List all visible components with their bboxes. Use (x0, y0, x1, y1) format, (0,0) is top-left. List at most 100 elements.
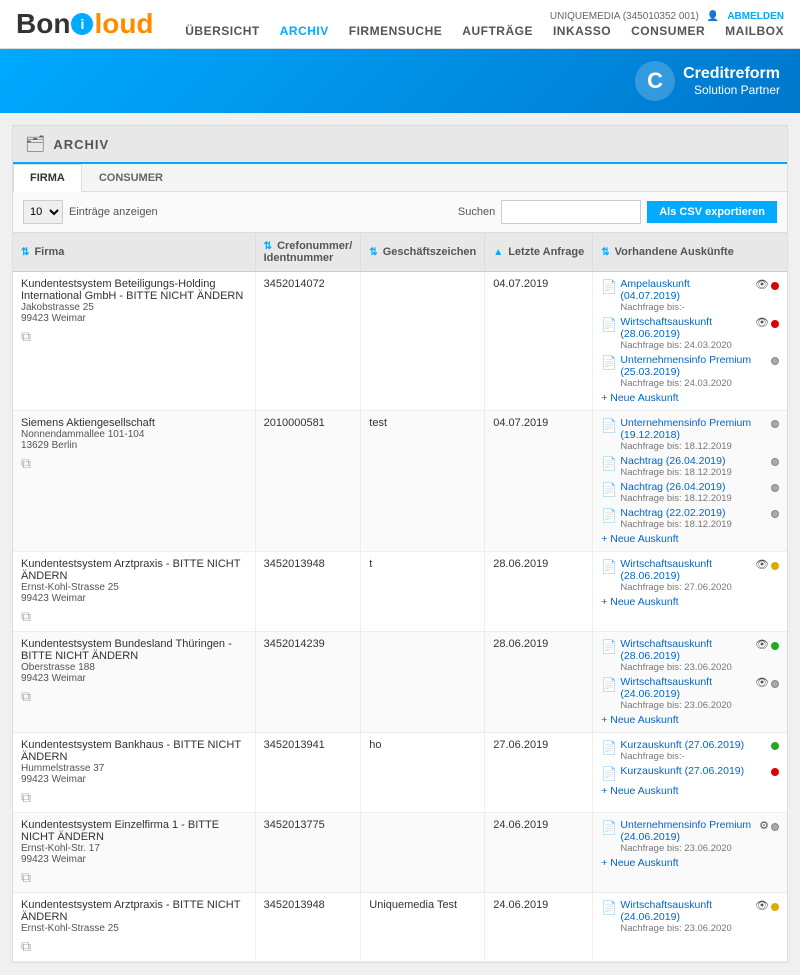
auskunft-link[interactable]: Wirtschaftsauskunft (28.06.2019) (620, 558, 712, 582)
tab-consumer[interactable]: CONSUMER (82, 164, 180, 191)
auskunft-icons (771, 481, 779, 492)
nav-consumer[interactable]: CONSUMER (631, 24, 705, 38)
status-dot-gray (771, 510, 779, 518)
firma-strasse: Jakobstrasse 25 (21, 302, 247, 313)
copy-icon[interactable]: ⧉ (21, 455, 247, 472)
neue-auskunft-link[interactable]: + Neue Auskunft (601, 392, 779, 404)
firma-ort: 99423 Weimar (21, 673, 247, 684)
nav-inkasso[interactable]: INKASSO (553, 24, 611, 38)
col-geschaeftszeichen[interactable]: ⇅ Geschäftszeichen (361, 233, 485, 272)
col-firma[interactable]: ⇅ Firma (13, 233, 255, 272)
auskunft-row: 📄 Nachtrag (26.04.2019) Nachfrage bis: 1… (601, 481, 779, 504)
copy-icon[interactable]: ⧉ (21, 869, 247, 886)
col-letzte-anfrage[interactable]: ▲ Letzte Anfrage (485, 233, 593, 272)
logo: Boniloud (16, 8, 154, 40)
neue-auskunft-link[interactable]: + Neue Auskunft (601, 596, 779, 608)
auskunft-icons: 👁 (755, 316, 779, 329)
nav-auftraege[interactable]: AUFTRÄGE (462, 24, 533, 38)
crefo-cell: 3452014072 (255, 272, 361, 411)
neue-auskunft-link[interactable]: + Neue Auskunft (601, 857, 779, 869)
creditreform-c-icon: C (635, 61, 675, 101)
neue-auskunft-link[interactable]: + Neue Auskunft (601, 785, 779, 797)
auskuenfte-cell: 📄 Kurzauskunft (27.06.2019) Nachfrage bi… (593, 733, 787, 813)
pdf-icon[interactable]: 📄 (601, 766, 617, 782)
pdf-icon[interactable]: 📄 (601, 740, 617, 756)
eye-icon[interactable]: 👁 (755, 278, 769, 291)
main-nav: ÜBERSICHT ARCHIV FIRMENSUCHE AUFTRÄGE IN… (185, 24, 784, 38)
neue-auskunft-link[interactable]: + Neue Auskunft (601, 714, 779, 726)
status-dot-green (771, 742, 779, 750)
auskunft-link[interactable]: Nachtrag (22.02.2019) (620, 507, 725, 519)
auskunft-link[interactable]: Wirtschaftsauskunft (28.06.2019) (620, 316, 712, 340)
abmelden-link[interactable]: ABMELDEN (727, 11, 784, 22)
firma-cell: Siemens Aktiengesellschaft Nonnendammall… (13, 411, 255, 552)
auskunft-link[interactable]: Nachtrag (26.04.2019) (620, 455, 725, 467)
geschaeftszeichen-cell: ho (361, 733, 485, 813)
auskunft-link[interactable]: Wirtschaftsauskunft (24.06.2019) (620, 899, 712, 923)
auskunft-link[interactable]: Unternehmensinfo Premium (19.12.2018) (620, 417, 751, 441)
auskunft-sub: Nachfrage bis: 23.06.2020 (620, 662, 752, 673)
entries-label: Einträge anzeigen (69, 206, 158, 218)
eye-icon[interactable]: 👁 (755, 638, 769, 651)
auskunft-icons (771, 417, 779, 428)
geschaeftszeichen-cell (361, 272, 485, 411)
auskunft-link[interactable]: Ampelauskunft (04.07.2019) (620, 278, 689, 302)
col-auskuenfte[interactable]: ⇅ Vorhandene Auskünfte (593, 233, 787, 272)
auskunft-link[interactable]: Kurzauskunft (27.06.2019) (620, 739, 744, 751)
pdf-icon[interactable]: 📄 (601, 317, 617, 333)
pdf-icon[interactable]: 📄 (601, 456, 617, 472)
col-crefo[interactable]: ⇅ Crefonummer/Identnummer (255, 233, 361, 272)
entries-select[interactable]: 10 25 50 (23, 200, 63, 224)
page-title: ARCHIV (53, 137, 109, 152)
header: Boniloud UNIQUEMEDIA (345010352 001) 👤 A… (0, 0, 800, 49)
gear-icon[interactable]: ⚙ (759, 819, 769, 832)
eye-icon[interactable]: 👁 (755, 899, 769, 912)
export-csv-button[interactable]: Als CSV exportieren (647, 201, 777, 223)
pdf-icon[interactable]: 📄 (601, 279, 617, 295)
auskunft-sub: Nachfrage bis: 18.12.2019 (620, 519, 768, 530)
auskunft-link[interactable]: Nachtrag (26.04.2019) (620, 481, 725, 493)
auskunft-icons: ⚙ (759, 819, 779, 832)
copy-icon[interactable]: ⧉ (21, 938, 247, 955)
pdf-icon[interactable]: 📄 (601, 508, 617, 524)
neue-auskunft-link[interactable]: + Neue Auskunft (601, 533, 779, 545)
pdf-icon[interactable]: 📄 (601, 355, 617, 371)
creditreform-logo: C Creditreform Solution Partner (635, 61, 780, 101)
auskunft-link[interactable]: Wirtschaftsauskunft (28.06.2019) (620, 638, 712, 662)
auskunft-icons (771, 455, 779, 466)
auskunft-link[interactable]: Unternehmensinfo Premium (25.03.2019) (620, 354, 751, 378)
nav-uebersicht[interactable]: ÜBERSICHT (185, 24, 260, 38)
pdf-icon[interactable]: 📄 (601, 677, 617, 693)
copy-icon[interactable]: ⧉ (21, 688, 247, 705)
auskunft-link[interactable]: Wirtschaftsauskunft (24.06.2019) (620, 676, 712, 700)
auskunft-content: Wirtschaftsauskunft (24.06.2019) Nachfra… (620, 676, 752, 711)
pdf-icon[interactable]: 📄 (601, 639, 617, 655)
pdf-icon[interactable]: 📄 (601, 820, 617, 836)
auskunft-link[interactable]: Unternehmensinfo Premium (24.06.2019) (620, 819, 751, 843)
nav-archiv[interactable]: ARCHIV (280, 24, 329, 38)
auskunft-sub: Nachfrage bis: 23.06.2020 (620, 923, 752, 934)
copy-icon[interactable]: ⧉ (21, 328, 247, 345)
search-label: Suchen (458, 206, 495, 218)
eye-icon[interactable]: 👁 (755, 558, 769, 571)
auskunft-row: 📄 Wirtschaftsauskunft (28.06.2019) Nachf… (601, 558, 779, 593)
pdf-icon[interactable]: 📄 (601, 900, 617, 916)
pdf-icon[interactable]: 📄 (601, 559, 617, 575)
auskuenfte-cell: 📄 Unternehmensinfo Premium (24.06.2019) … (593, 813, 787, 893)
crefo-cell: 2010000581 (255, 411, 361, 552)
nav-mailbox[interactable]: MAILBOX (725, 24, 784, 38)
eye-icon[interactable]: 👁 (755, 676, 769, 689)
pdf-icon[interactable]: 📄 (601, 418, 617, 434)
auskunft-content: Wirtschaftsauskunft (24.06.2019) Nachfra… (620, 899, 752, 934)
auskunft-content: Unternehmensinfo Premium (19.12.2018) Na… (620, 417, 768, 452)
eye-icon[interactable]: 👁 (755, 316, 769, 329)
pdf-icon[interactable]: 📄 (601, 482, 617, 498)
nav-firmensuche[interactable]: FIRMENSUCHE (349, 24, 443, 38)
firma-ort: 99423 Weimar (21, 774, 247, 785)
auskunft-link[interactable]: Kurzauskunft (27.06.2019) (620, 765, 744, 777)
copy-icon[interactable]: ⧉ (21, 608, 247, 625)
copy-icon[interactable]: ⧉ (21, 789, 247, 806)
tab-firma[interactable]: FIRMA (13, 164, 82, 192)
search-input[interactable] (501, 200, 641, 224)
auskunft-icons: 👁 (755, 558, 779, 571)
